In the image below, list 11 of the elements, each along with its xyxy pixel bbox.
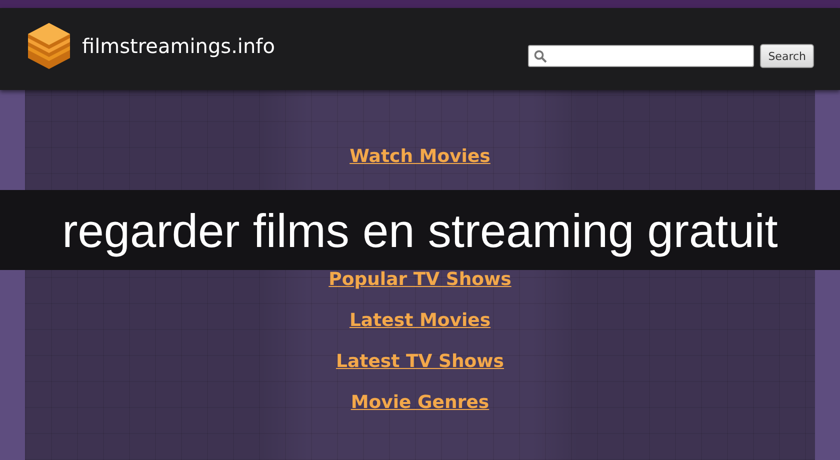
nav-link[interactable]: Watch Movies [350,145,490,169]
nav-link[interactable]: Latest Movies [349,309,491,333]
nav-link[interactable]: Popular TV Shows [328,268,512,292]
banner-caption: regarder films en streaming gratuit [62,202,778,258]
cube-logo-icon [26,21,72,71]
search-icon [534,50,548,62]
search-button[interactable]: Search [760,44,814,68]
nav-link[interactable]: Latest TV Shows [336,350,504,374]
nav-link[interactable]: Movie Genres [350,391,490,415]
site-name[interactable]: filmstreamings.info [82,34,275,58]
search-field[interactable] [528,45,754,67]
